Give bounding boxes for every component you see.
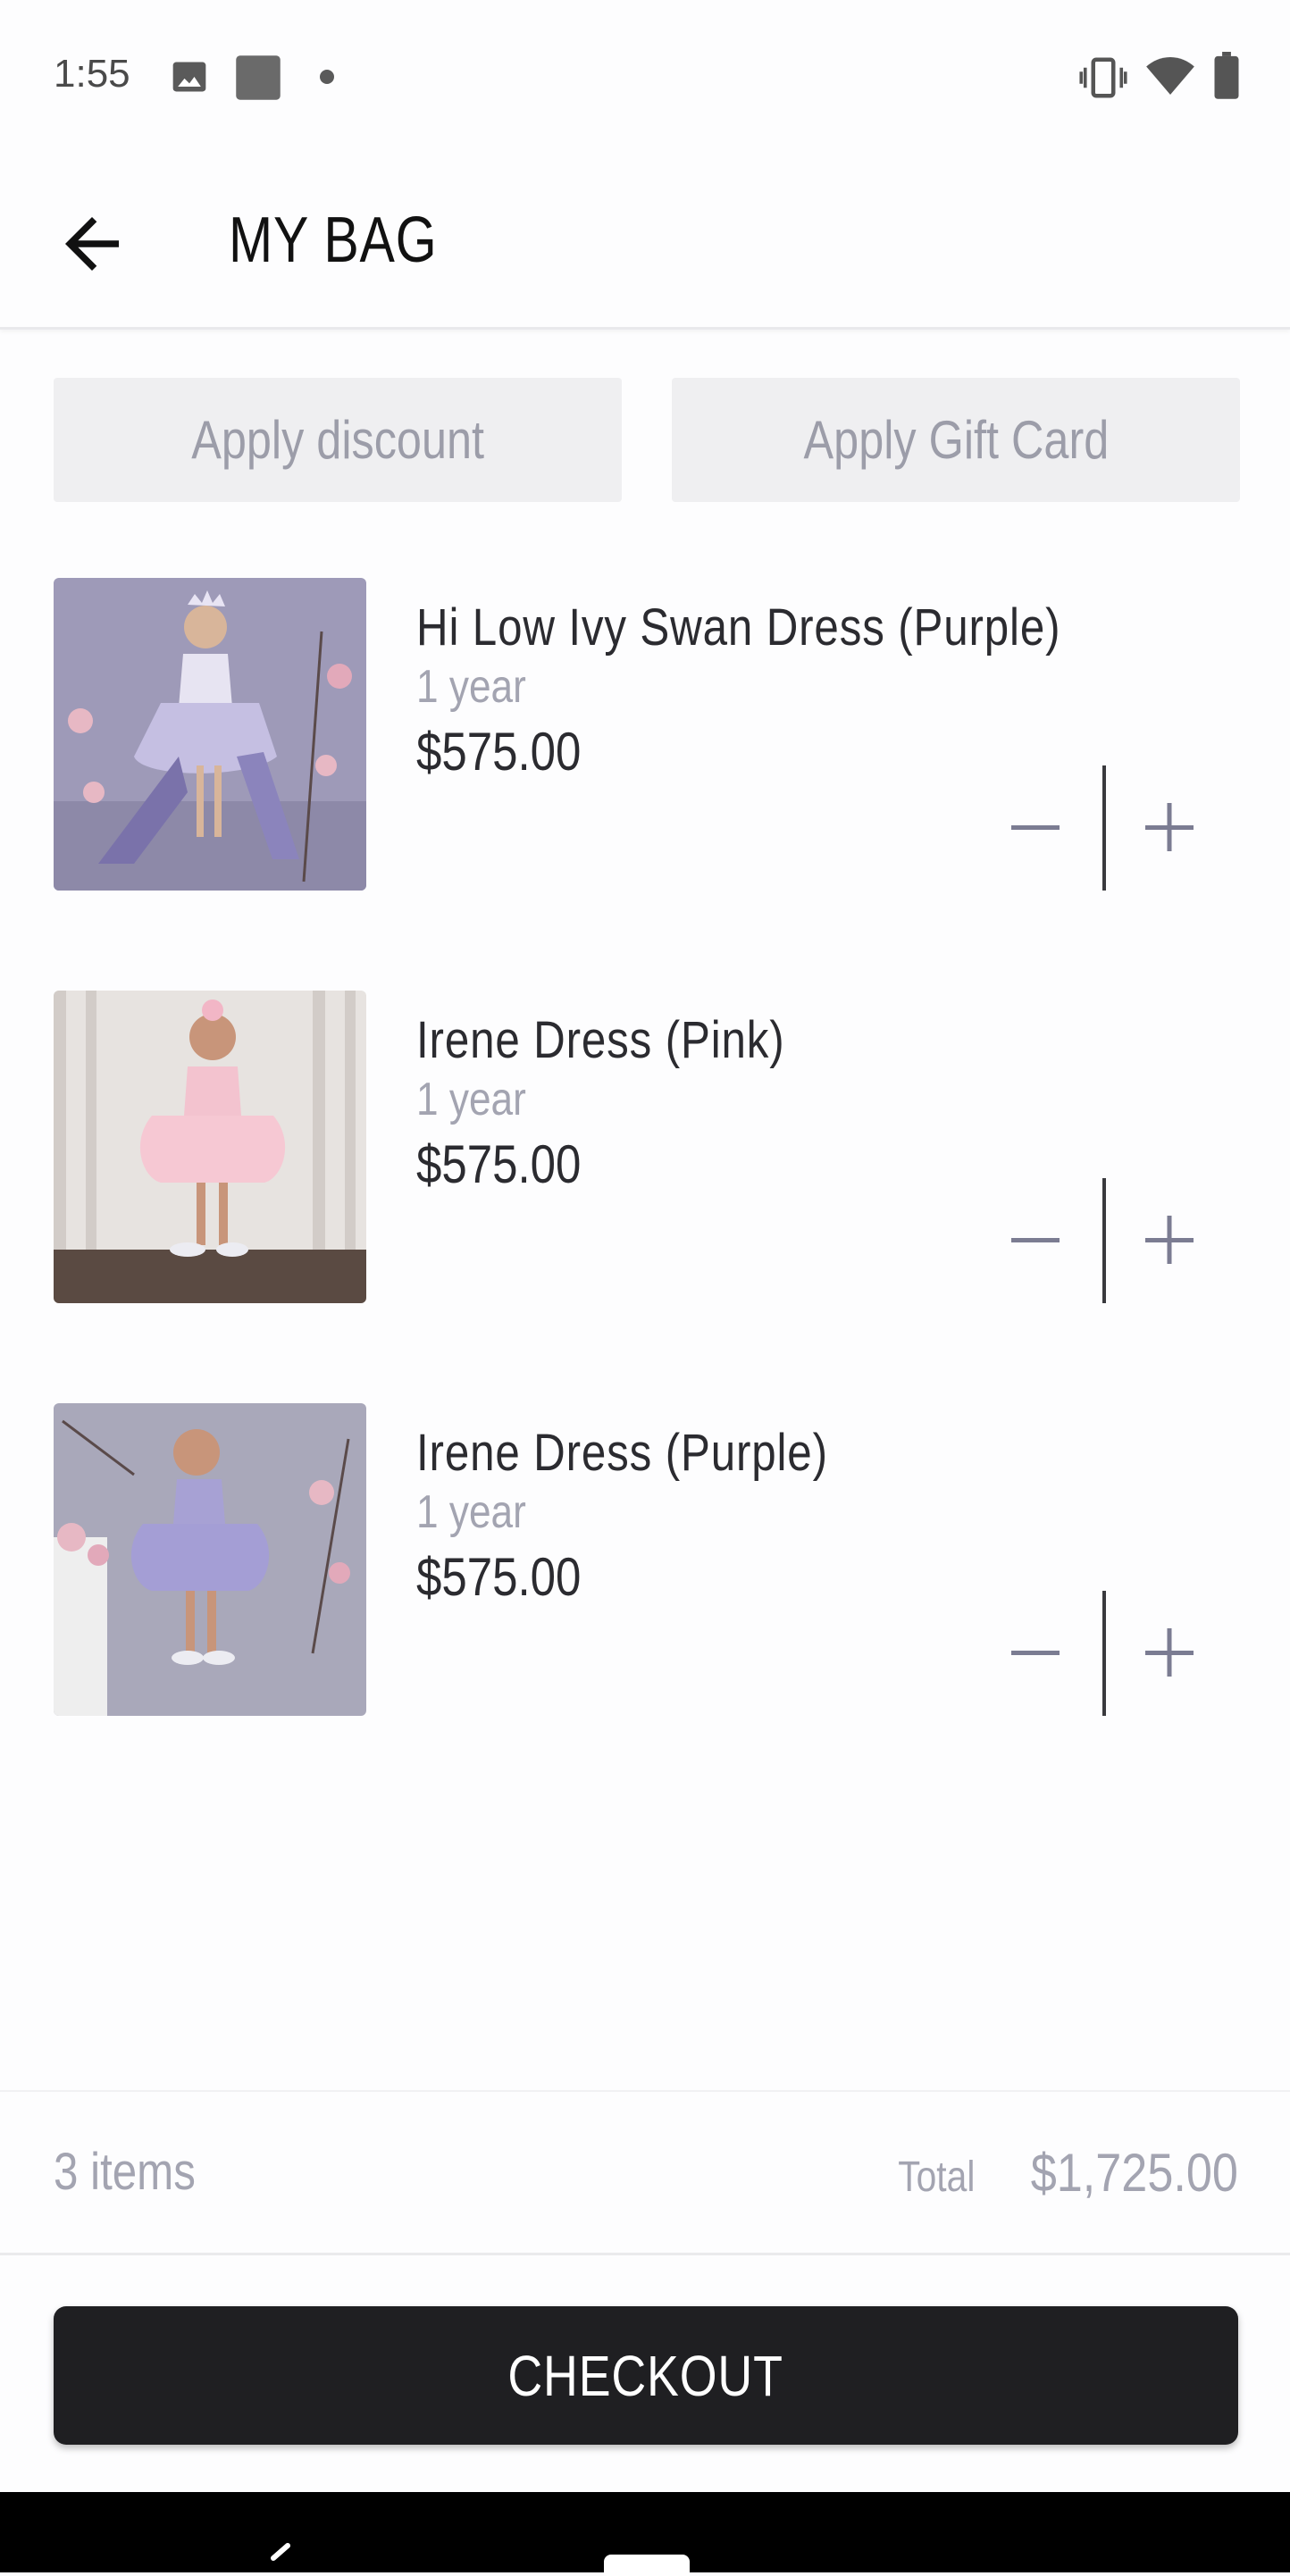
- product-price: $575.00: [416, 1547, 582, 1607]
- status-bar: 1:55: [0, 0, 1290, 152]
- quantity-stepper: [992, 1178, 1215, 1303]
- product-size: 1 year: [416, 1074, 526, 1125]
- cart-item: Irene Dress (Pink) 1 year $575.00: [0, 991, 1290, 1303]
- quantity-stepper: [992, 765, 1215, 891]
- total-label: Total: [897, 2154, 976, 2201]
- wifi-icon: [1146, 57, 1194, 95]
- product-image[interactable]: [54, 578, 366, 891]
- arrow-back-icon: [65, 217, 119, 271]
- dot-icon: [320, 70, 334, 84]
- order-total: Total $1,725.00: [884, 2142, 1238, 2204]
- product-name: Hi Low Ivy Swan Dress (Purple): [416, 598, 1061, 657]
- total-value: $1,725.00: [1030, 2143, 1238, 2203]
- product-name: Irene Dress (Purple): [416, 1424, 828, 1482]
- page-title: MY BAG: [229, 205, 438, 276]
- item-count: 3 items: [54, 2143, 196, 2201]
- apply-gift-card-label: Apply Gift Card: [803, 410, 1109, 470]
- square-icon: [236, 55, 281, 100]
- status-time: 1:55: [54, 52, 130, 96]
- plus-icon: [1145, 1216, 1194, 1264]
- decrease-quantity-button[interactable]: [992, 765, 1081, 891]
- increase-quantity-button[interactable]: [1126, 1178, 1215, 1303]
- checkout-label: CHECKOUT: [507, 2343, 784, 2408]
- footer-divider: [0, 2090, 1290, 2092]
- nav-back-icon[interactable]: [264, 2542, 297, 2572]
- system-nav-bar: [0, 2492, 1290, 2576]
- summary-divider: [0, 2253, 1290, 2255]
- decrease-quantity-button[interactable]: [992, 1591, 1081, 1716]
- vibrate-icon: [1079, 57, 1127, 98]
- checkout-button[interactable]: CHECKOUT: [54, 2306, 1238, 2445]
- product-price: $575.00: [416, 1134, 582, 1194]
- back-button[interactable]: [52, 204, 132, 284]
- cart-item: Hi Low Ivy Swan Dress (Purple) 1 year $5…: [0, 578, 1290, 891]
- increase-quantity-button[interactable]: [1126, 765, 1215, 891]
- apply-gift-card-button[interactable]: Apply Gift Card: [672, 378, 1240, 502]
- battery-icon: [1214, 52, 1239, 99]
- image-icon: [172, 62, 206, 92]
- plus-icon: [1145, 1628, 1194, 1677]
- nav-home-button[interactable]: [604, 2555, 690, 2576]
- apply-discount-label: Apply discount: [191, 410, 484, 470]
- minus-icon: [1011, 1238, 1060, 1242]
- quantity-stepper: [992, 1591, 1215, 1716]
- stepper-divider: [1102, 1178, 1106, 1303]
- product-name: Irene Dress (Pink): [416, 1011, 785, 1069]
- cart-item: Irene Dress (Purple) 1 year $575.00: [0, 1403, 1290, 1716]
- product-size: 1 year: [416, 1486, 526, 1538]
- product-image[interactable]: [54, 991, 366, 1303]
- apply-discount-button[interactable]: Apply discount: [54, 378, 622, 502]
- stepper-divider: [1102, 1591, 1106, 1716]
- minus-icon: [1011, 825, 1060, 830]
- product-image[interactable]: [54, 1403, 366, 1716]
- increase-quantity-button[interactable]: [1126, 1591, 1215, 1716]
- decrease-quantity-button[interactable]: [992, 1178, 1081, 1303]
- app-bar: MY BAG: [0, 152, 1290, 330]
- plus-icon: [1145, 803, 1194, 851]
- product-price: $575.00: [416, 722, 582, 782]
- minus-icon: [1011, 1651, 1060, 1655]
- product-size: 1 year: [416, 661, 526, 713]
- stepper-divider: [1102, 765, 1106, 891]
